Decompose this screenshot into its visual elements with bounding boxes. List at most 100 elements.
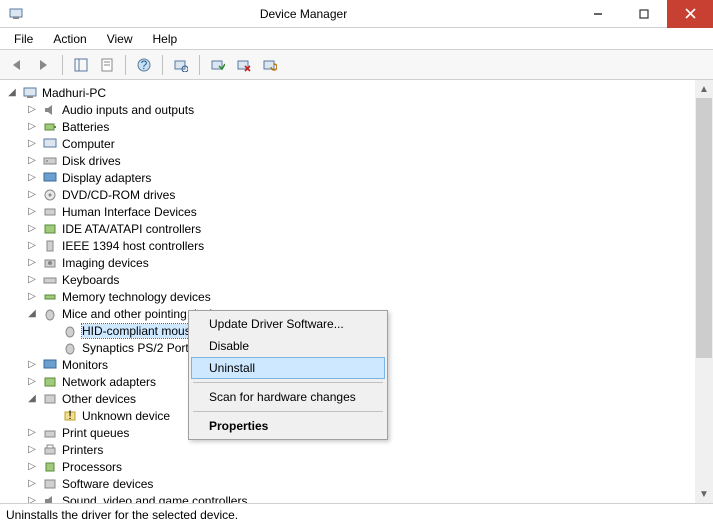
vertical-scrollbar[interactable]: ▲ ▼ — [695, 80, 713, 503]
expander-icon[interactable]: ▷ — [26, 104, 38, 116]
maximize-button[interactable] — [621, 0, 667, 28]
tree-root-label: Madhuri-PC — [42, 86, 106, 100]
app-icon — [8, 6, 24, 22]
expander-icon[interactable]: ▷ — [26, 121, 38, 133]
menu-action[interactable]: Action — [43, 30, 96, 48]
tree-item[interactable]: ▷Processors — [4, 458, 691, 475]
expander-icon[interactable]: ▷ — [26, 257, 38, 269]
ctx-scan[interactable]: Scan for hardware changes — [191, 386, 385, 408]
expander-icon[interactable]: ▷ — [26, 189, 38, 201]
tree-item[interactable]: ▷Sound, video and game controllers — [4, 492, 691, 503]
monitor-icon — [42, 357, 58, 373]
expander-icon[interactable]: ▷ — [26, 291, 38, 303]
expander-icon[interactable]: ▷ — [26, 206, 38, 218]
expander-icon[interactable]: ▷ — [26, 376, 38, 388]
expander-icon[interactable]: ▷ — [26, 155, 38, 167]
toolbar-separator — [125, 55, 126, 75]
network-icon — [42, 374, 58, 390]
mouse-icon — [42, 306, 58, 322]
expander-icon[interactable]: ▷ — [26, 444, 38, 456]
expander-icon[interactable]: ▷ — [26, 461, 38, 473]
tree-item[interactable]: ▷Disk drives — [4, 152, 691, 169]
show-hide-tree-button[interactable] — [69, 53, 93, 77]
tree-item[interactable]: ▷Computer — [4, 135, 691, 152]
expander-icon[interactable]: ▷ — [26, 478, 38, 490]
tree-item[interactable]: ▷Imaging devices — [4, 254, 691, 271]
toolbar-separator — [162, 55, 163, 75]
properties-button[interactable] — [95, 53, 119, 77]
print-queue-icon — [42, 425, 58, 441]
software-icon — [42, 476, 58, 492]
status-text: Uninstalls the driver for the selected d… — [6, 508, 238, 522]
tree-item[interactable]: ▷Printers — [4, 441, 691, 458]
menu-file[interactable]: File — [4, 30, 43, 48]
close-button[interactable] — [667, 0, 713, 28]
tree-item[interactable]: ▷Audio inputs and outputs — [4, 101, 691, 118]
battery-icon — [42, 119, 58, 135]
update-driver-button[interactable] — [258, 53, 282, 77]
forward-button[interactable] — [32, 53, 56, 77]
disk-icon — [42, 153, 58, 169]
ctx-properties[interactable]: Properties — [191, 415, 385, 437]
imaging-icon — [42, 255, 58, 271]
expander-icon[interactable]: ◢ — [6, 87, 18, 99]
help-button[interactable]: ? — [132, 53, 156, 77]
svg-text:!: ! — [68, 409, 71, 422]
tree-item[interactable]: ▷IDE ATA/ATAPI controllers — [4, 220, 691, 237]
enable-device-button[interactable] — [206, 53, 230, 77]
window-title: Device Manager — [32, 7, 575, 21]
context-menu: Update Driver Software... Disable Uninst… — [188, 310, 388, 440]
tree-item[interactable]: ▷Batteries — [4, 118, 691, 135]
printer-icon — [42, 442, 58, 458]
tree-item[interactable]: ▷Memory technology devices — [4, 288, 691, 305]
tree-item[interactable]: ▷IEEE 1394 host controllers — [4, 237, 691, 254]
scroll-down-icon[interactable]: ▼ — [695, 485, 713, 503]
tree-item[interactable]: ▷Software devices — [4, 475, 691, 492]
tree-item[interactable]: ▷Human Interface Devices — [4, 203, 691, 220]
scroll-up-icon[interactable]: ▲ — [695, 80, 713, 98]
svg-text:?: ? — [141, 58, 148, 72]
toolbar-separator — [199, 55, 200, 75]
minimize-button[interactable] — [575, 0, 621, 28]
ieee1394-icon — [42, 238, 58, 254]
menu-help[interactable]: Help — [143, 30, 188, 48]
expander-icon[interactable]: ◢ — [26, 308, 38, 320]
ide-icon — [42, 221, 58, 237]
menu-view[interactable]: View — [97, 30, 143, 48]
tree-item[interactable]: ▷DVD/CD-ROM drives — [4, 186, 691, 203]
unknown-icon: ! — [62, 408, 78, 424]
keyboard-icon — [42, 272, 58, 288]
tree-item[interactable]: ▷Keyboards — [4, 271, 691, 288]
expander-icon[interactable]: ◢ — [26, 393, 38, 405]
back-button[interactable] — [6, 53, 30, 77]
expander-icon[interactable]: ▷ — [26, 495, 38, 504]
expander-icon[interactable]: ▷ — [26, 274, 38, 286]
scroll-thumb[interactable] — [696, 98, 712, 358]
expander-icon[interactable]: ▷ — [26, 223, 38, 235]
tree-item[interactable]: ▷Display adapters — [4, 169, 691, 186]
mouse-icon — [62, 323, 78, 339]
expander-icon[interactable]: ▷ — [26, 359, 38, 371]
ctx-update-driver[interactable]: Update Driver Software... — [191, 313, 385, 335]
ctx-separator — [193, 411, 383, 412]
uninstall-device-button[interactable] — [232, 53, 256, 77]
memory-icon — [42, 289, 58, 305]
other-icon — [42, 391, 58, 407]
audio-icon — [42, 102, 58, 118]
expander-icon[interactable]: ▷ — [26, 427, 38, 439]
sound-icon — [42, 493, 58, 504]
expander-icon[interactable]: ▷ — [26, 138, 38, 150]
tree-root[interactable]: ◢ Madhuri-PC — [4, 84, 691, 101]
hid-icon — [42, 204, 58, 220]
ctx-disable[interactable]: Disable — [191, 335, 385, 357]
processor-icon — [42, 459, 58, 475]
computer-icon — [22, 85, 38, 101]
ctx-separator — [193, 382, 383, 383]
expander-icon[interactable]: ▷ — [26, 172, 38, 184]
toolbar-separator — [62, 55, 63, 75]
expander-icon[interactable]: ▷ — [26, 240, 38, 252]
computer-icon — [42, 136, 58, 152]
ctx-uninstall[interactable]: Uninstall — [191, 357, 385, 379]
scan-hardware-button[interactable] — [169, 53, 193, 77]
dvd-icon — [42, 187, 58, 203]
